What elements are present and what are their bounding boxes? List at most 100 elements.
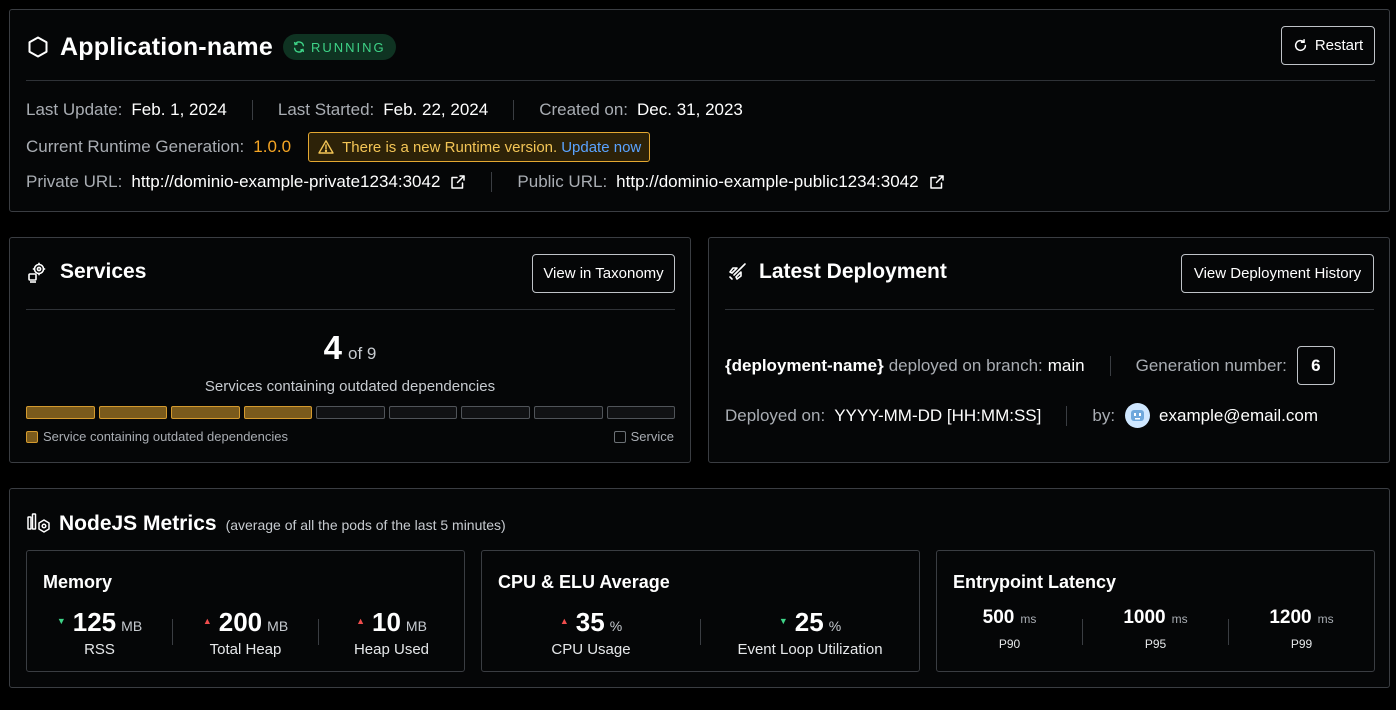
stat-value: 10 (372, 607, 401, 637)
deployment-title: Latest Deployment (759, 260, 947, 283)
deployed-on-label: Deployed on: (725, 405, 826, 425)
separator (251, 100, 253, 120)
deployment-branch-row: {deployment-name} deployed on branch: ma… (725, 346, 1335, 385)
urls-row: Private URL: http://dominio-example-priv… (26, 172, 945, 192)
external-link-icon[interactable] (450, 174, 466, 190)
stat-rss: ▼ 125 MB RSS (27, 607, 172, 658)
cpu-elu-card: CPU & ELU Average ▲ 35 % CPU Usage ▼ 25 … (481, 550, 920, 672)
by-label: by: (1092, 405, 1116, 425)
metrics-icon (27, 513, 50, 533)
divider (26, 309, 675, 310)
application-header: Application-name RUNNING (26, 28, 396, 66)
trend-down-icon: ▼ (56, 616, 66, 626)
created-label: Created on: (539, 100, 629, 119)
branch-value: main (1047, 355, 1085, 375)
deployment-name: {deployment-name} (725, 355, 884, 375)
view-deployment-history-button[interactable]: View Deployment History (1181, 254, 1374, 293)
services-header: Services (26, 260, 146, 284)
legend-service: Service (613, 429, 674, 444)
legend-outdated: Service containing outdated dependencies (26, 429, 288, 444)
stat-p90: 500 ms P90 (937, 607, 1082, 651)
trend-down-icon: ▼ (778, 616, 788, 626)
hexagon-icon (28, 36, 48, 58)
services-icon (28, 262, 46, 283)
separator (1066, 405, 1068, 426)
divider (725, 309, 1374, 310)
separator (513, 100, 515, 120)
service-segment-outdated (171, 406, 240, 419)
private-url-label: Private URL: (26, 172, 123, 191)
public-url[interactable]: http://dominio-example-public1234:3042 (616, 172, 918, 192)
warning-icon (318, 140, 334, 154)
created-value: Dec. 31, 2023 (637, 100, 743, 119)
refresh-icon (293, 41, 305, 53)
deployer-email: example@email.com (1159, 405, 1319, 425)
cpu-stats: ▲ 35 % CPU Usage ▼ 25 % Event Loop Utili… (482, 607, 919, 658)
outdated-count: 4 of 9 (10, 329, 690, 367)
stat-unit: % (609, 618, 623, 634)
stat-event-loop: ▼ 25 % Event Loop Utilization (701, 607, 919, 658)
separator (491, 172, 493, 192)
outdated-caption: Services containing outdated dependencie… (204, 378, 496, 395)
stat-unit: MB (121, 618, 143, 634)
latency-stats: 500 ms P90 1000 ms P95 1200 ms P99 (937, 607, 1374, 651)
generation-number: 6 (1296, 346, 1335, 385)
services-bar (26, 406, 676, 419)
metrics-header: NodeJS Metrics (average of all the pods … (26, 506, 506, 536)
external-link-icon[interactable] (929, 174, 945, 190)
stat-cpu-usage: ▲ 35 % CPU Usage (482, 607, 700, 658)
last-started-value: Feb. 22, 2024 (383, 100, 489, 119)
public-url-label: Public URL: (517, 172, 608, 191)
stat-heap-used: ▲ 10 MB Heap Used (319, 607, 464, 658)
runtime-row: Current Runtime Generation: 1.0.0 There … (26, 132, 651, 162)
stat-label: RSS (84, 641, 115, 658)
stat-unit: ms (1171, 612, 1188, 626)
restart-button[interactable]: Restart (1281, 26, 1375, 65)
restart-icon (1294, 38, 1306, 52)
entrypoint-latency-card: Entrypoint Latency 500 ms P90 1000 ms P9… (936, 550, 1375, 672)
outdated-count-number: 4 (323, 329, 342, 366)
memory-card: Memory ▼ 125 MB RSS ▲ 200 MB Total Heap (26, 550, 465, 672)
metrics-subtitle: (average of all the pods of the last 5 m… (225, 517, 506, 533)
update-now-link[interactable]: Update now (561, 139, 641, 156)
stat-label: Event Loop Utilization (737, 641, 883, 658)
avatar-icon (1131, 410, 1145, 421)
private-url[interactable]: http://dominio-example-private1234:3042 (131, 172, 440, 192)
service-segment-outdated (243, 406, 313, 419)
runtime-warning-text: There is a new Runtime version. (342, 138, 558, 156)
last-update-label: Last Update: (26, 100, 123, 119)
stat-value: 125 (72, 607, 117, 637)
generation-label: Generation number: (1135, 355, 1287, 375)
stat-label: P90 (998, 637, 1021, 651)
avatar (1125, 403, 1151, 428)
trend-up-icon: ▲ (202, 616, 212, 626)
stat-unit: % (828, 618, 842, 634)
stat-value: 1200 (1269, 607, 1312, 628)
deployment-header: Latest Deployment (725, 260, 947, 284)
stat-unit: MB (267, 618, 289, 634)
status-label: RUNNING (310, 39, 386, 55)
legend-swatch-outdated (26, 430, 38, 443)
stat-total-heap: ▲ 200 MB Total Heap (173, 607, 318, 658)
runtime-label: Current Runtime Generation: (26, 137, 245, 156)
stat-unit: ms (1020, 612, 1037, 626)
stat-unit: ms (1317, 612, 1334, 626)
service-segment (533, 406, 603, 419)
view-in-taxonomy-button[interactable]: View in Taxonomy (532, 254, 675, 293)
separator (1109, 355, 1111, 376)
cpu-title: CPU & ELU Average (498, 572, 670, 592)
service-segment-outdated (26, 406, 95, 419)
stat-label: Heap Used (353, 641, 430, 658)
memory-title: Memory (43, 572, 113, 592)
stat-label: Total Heap (209, 641, 282, 658)
service-segment-outdated (98, 406, 168, 419)
stat-value: 500 (982, 607, 1015, 628)
services-title: Services (60, 260, 147, 283)
trend-up-icon: ▲ (356, 616, 365, 626)
legend-outdated-label: Service containing outdated dependencies (43, 429, 289, 444)
stat-label: P99 (1290, 637, 1313, 651)
legend-swatch-service (613, 430, 626, 443)
service-segment (461, 406, 530, 419)
last-update-value: Feb. 1, 2024 (131, 100, 227, 119)
divider (26, 80, 1375, 81)
